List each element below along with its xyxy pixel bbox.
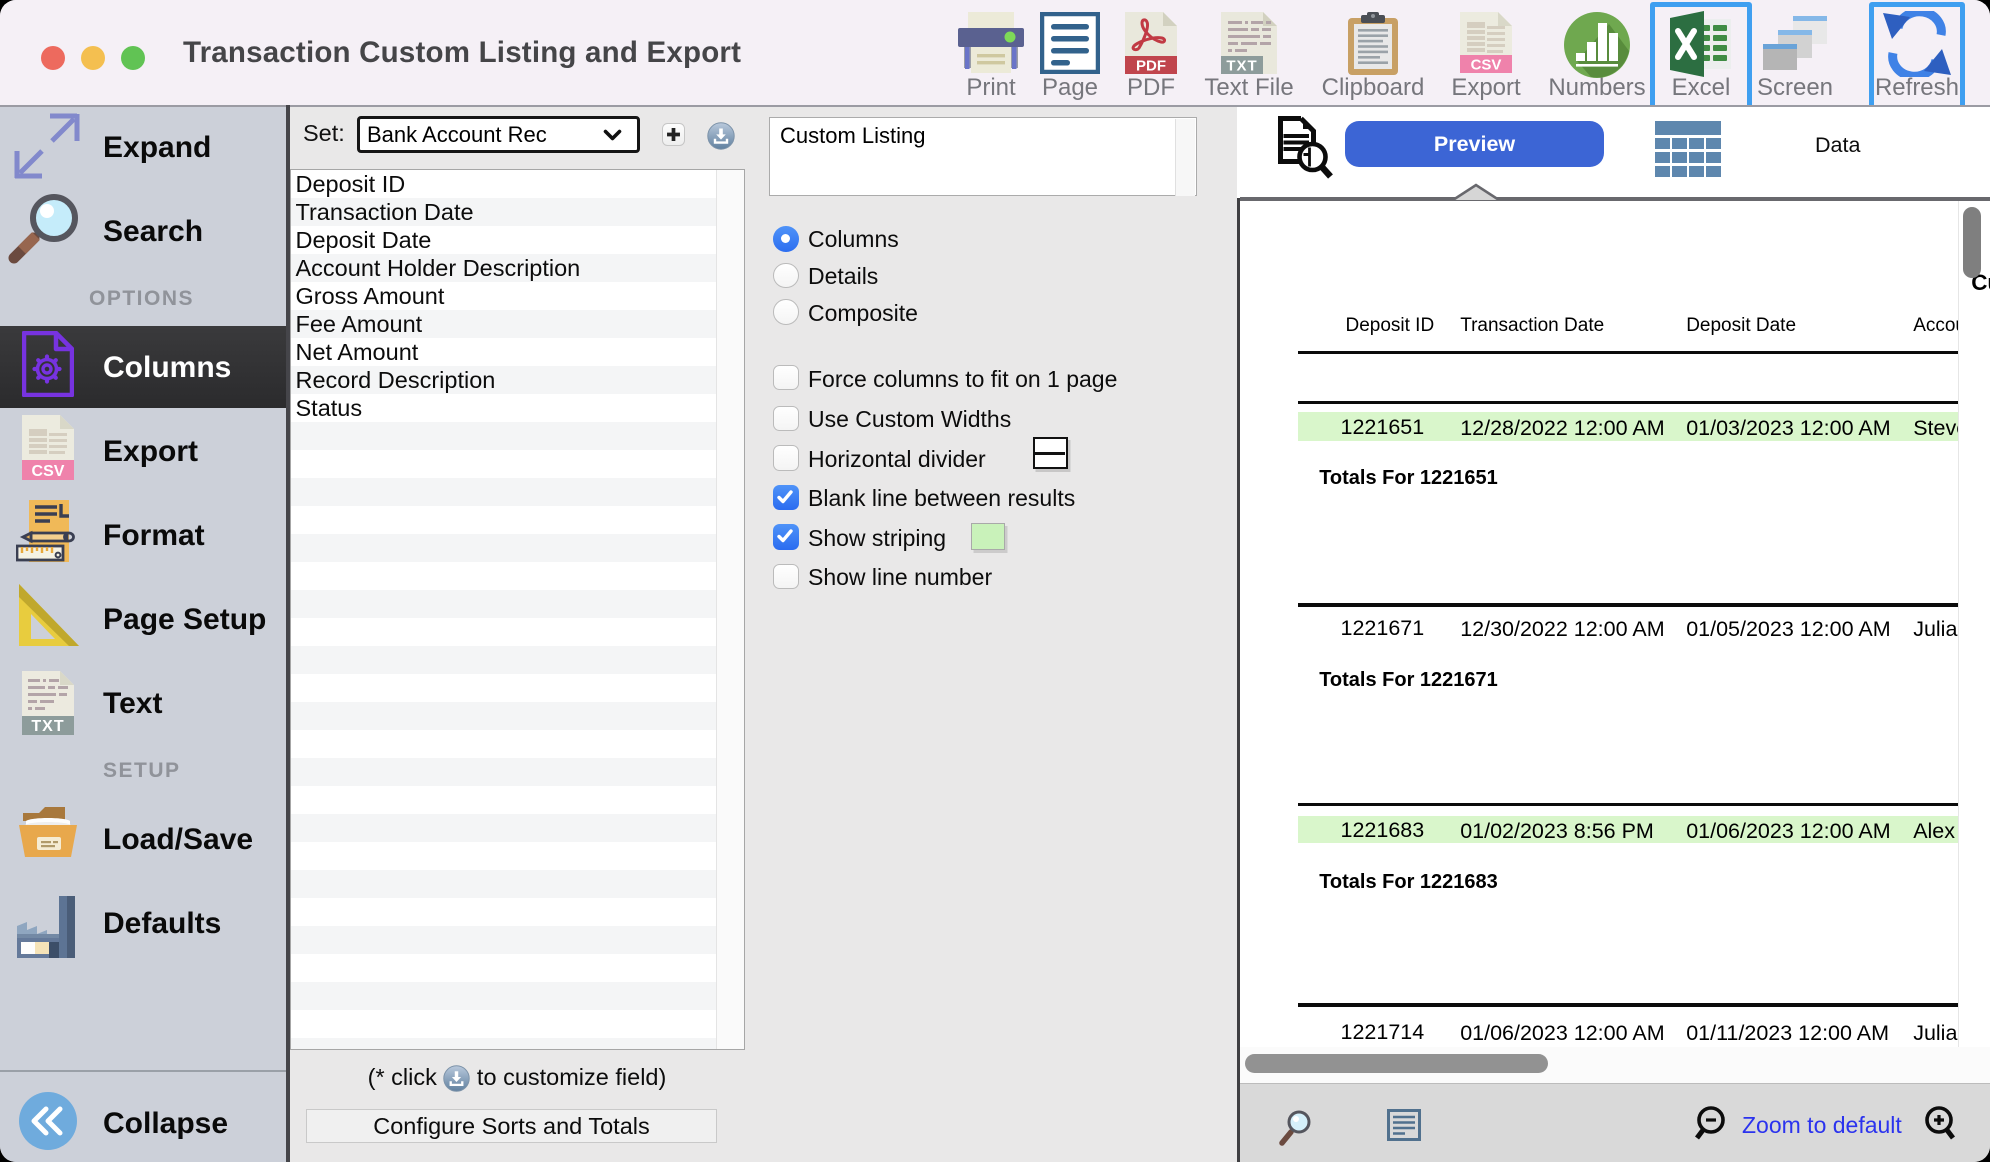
svg-text:CSV: CSV [32, 463, 65, 480]
svg-text:TXT: TXT [31, 718, 64, 735]
svg-text:TXT: TXT [1226, 58, 1257, 75]
svg-text:PDF: PDF [1136, 58, 1166, 75]
svg-text:CSV: CSV [1471, 57, 1502, 74]
